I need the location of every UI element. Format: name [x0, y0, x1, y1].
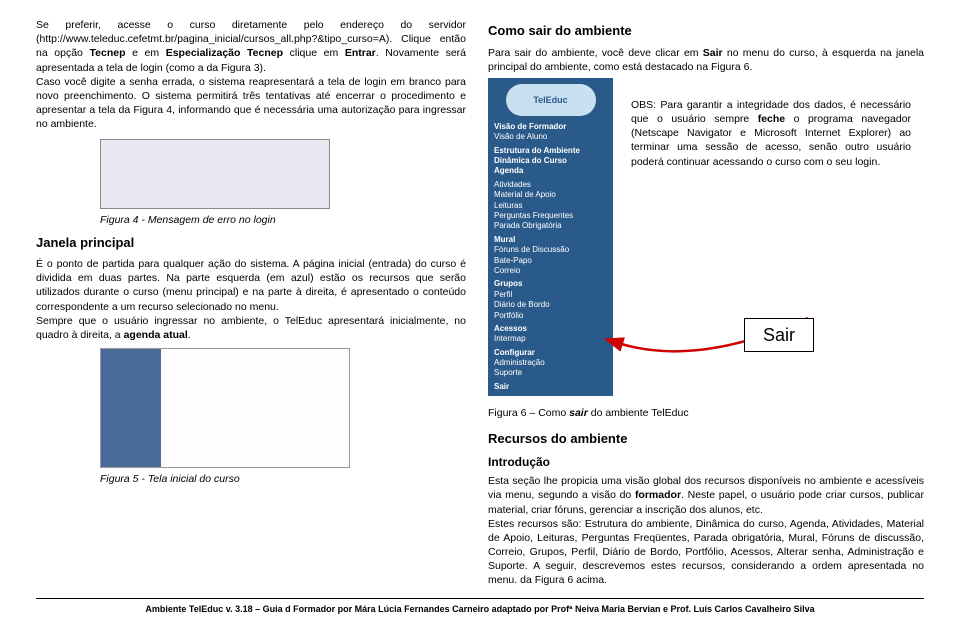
heading-janela-principal: Janela principal — [36, 234, 466, 252]
menu-panel-figure-6: TelEduc Visão de FormadorVisão de Aluno E… — [488, 78, 613, 396]
menu-item: Estrutura do Ambiente — [490, 146, 611, 156]
figure-5-image — [100, 348, 350, 468]
figure-4-caption: Figura 4 - Mensagem de erro no login — [100, 213, 466, 227]
menu-item: Portfólio — [490, 311, 611, 321]
menu-item: Intermap — [490, 334, 611, 344]
heading-recursos: Recursos do ambiente — [488, 430, 924, 448]
left-column: Se preferir, acesse o curso diretamente … — [36, 18, 466, 588]
teleduc-logo: TelEduc — [506, 84, 596, 116]
menu-item: Grupos — [490, 279, 611, 289]
txt: . — [188, 329, 191, 341]
menu-item: Parada Obrigatória — [490, 221, 611, 231]
txt: e em — [125, 47, 165, 59]
menu-item: Agenda — [490, 166, 611, 176]
para-obs: OBS: Para garantir a integridade dos dad… — [631, 98, 911, 169]
para-como-sair: Para sair do ambiente, você deve clicar … — [488, 46, 924, 74]
bold-agenda: agenda atual — [124, 329, 188, 341]
menu-item: Acessos — [490, 324, 611, 334]
para-preferir: Se preferir, acesse o curso diretamente … — [36, 18, 466, 75]
heading-como-sair: Como sair do ambiente — [488, 22, 924, 40]
footer-text: Ambiente TelEduc v. 3.18 – Guia d Formad… — [36, 603, 924, 615]
para-intro-2: Estes recursos são: Estrutura do ambient… — [488, 517, 924, 588]
menu-item: Leituras — [490, 201, 611, 211]
bold-esp-tecnep: Especialização Tecnep — [166, 47, 283, 59]
menu-item: Bate-Papo — [490, 256, 611, 266]
menu-item: Atividades — [490, 180, 611, 190]
heading-introducao: Introdução — [488, 454, 924, 470]
bold-sair: Sair — [703, 47, 723, 59]
menu-item: Fóruns de Discussão — [490, 245, 611, 255]
menu-item: Perguntas Frequentes — [490, 211, 611, 221]
menu-item: Material de Apoio — [490, 190, 611, 200]
bold-feche: feche — [758, 113, 785, 125]
bold-formador: formador — [635, 489, 681, 501]
menu-item: Sair — [490, 382, 611, 392]
txt: Para sair do ambiente, você deve clicar … — [488, 47, 703, 59]
para-janela-1: É o ponto de partida para qualquer ação … — [36, 257, 466, 314]
menu-item: Mural — [490, 235, 611, 245]
txt: Figura 6 – Como — [488, 407, 569, 419]
figure-4-image — [100, 139, 330, 209]
bold-sair-cap: sair — [569, 407, 588, 419]
figure-5-caption: Figura 5 - Tela inicial do curso — [100, 472, 466, 486]
bold-entrar: Entrar — [345, 47, 376, 59]
para-janela-2: Sempre que o usuário ingressar no ambien… — [36, 314, 466, 342]
figure-6-caption: Figura 6 – Como sair do ambiente TelEduc — [488, 406, 924, 420]
para-senha-errada: Caso você digite a senha errada, o siste… — [36, 75, 466, 132]
footer-divider — [36, 598, 924, 599]
menu-item: Perfil — [490, 290, 611, 300]
menu-item: Correio — [490, 266, 611, 276]
menu-item: Dinâmica do Curso — [490, 156, 611, 166]
sair-callout-box: Sair — [744, 318, 814, 352]
menu-item: Suporte — [490, 368, 611, 378]
menu-item: Administração — [490, 358, 611, 368]
txt: do ambiente TelEduc — [588, 407, 689, 419]
right-column: Como sair do ambiente Para sair do ambie… — [488, 18, 924, 588]
menu-item: Visão de Formador — [490, 122, 611, 132]
txt: clique em — [283, 47, 345, 59]
bold-tecnep: Tecnep — [90, 47, 126, 59]
menu-item: Diário de Bordo — [490, 300, 611, 310]
menu-item: Visão de Aluno — [490, 132, 611, 142]
txt: Sempre que o usuário ingressar no ambien… — [36, 315, 466, 341]
para-intro-1: Esta seção lhe propicia uma visão global… — [488, 474, 924, 517]
menu-item: Configurar — [490, 348, 611, 358]
